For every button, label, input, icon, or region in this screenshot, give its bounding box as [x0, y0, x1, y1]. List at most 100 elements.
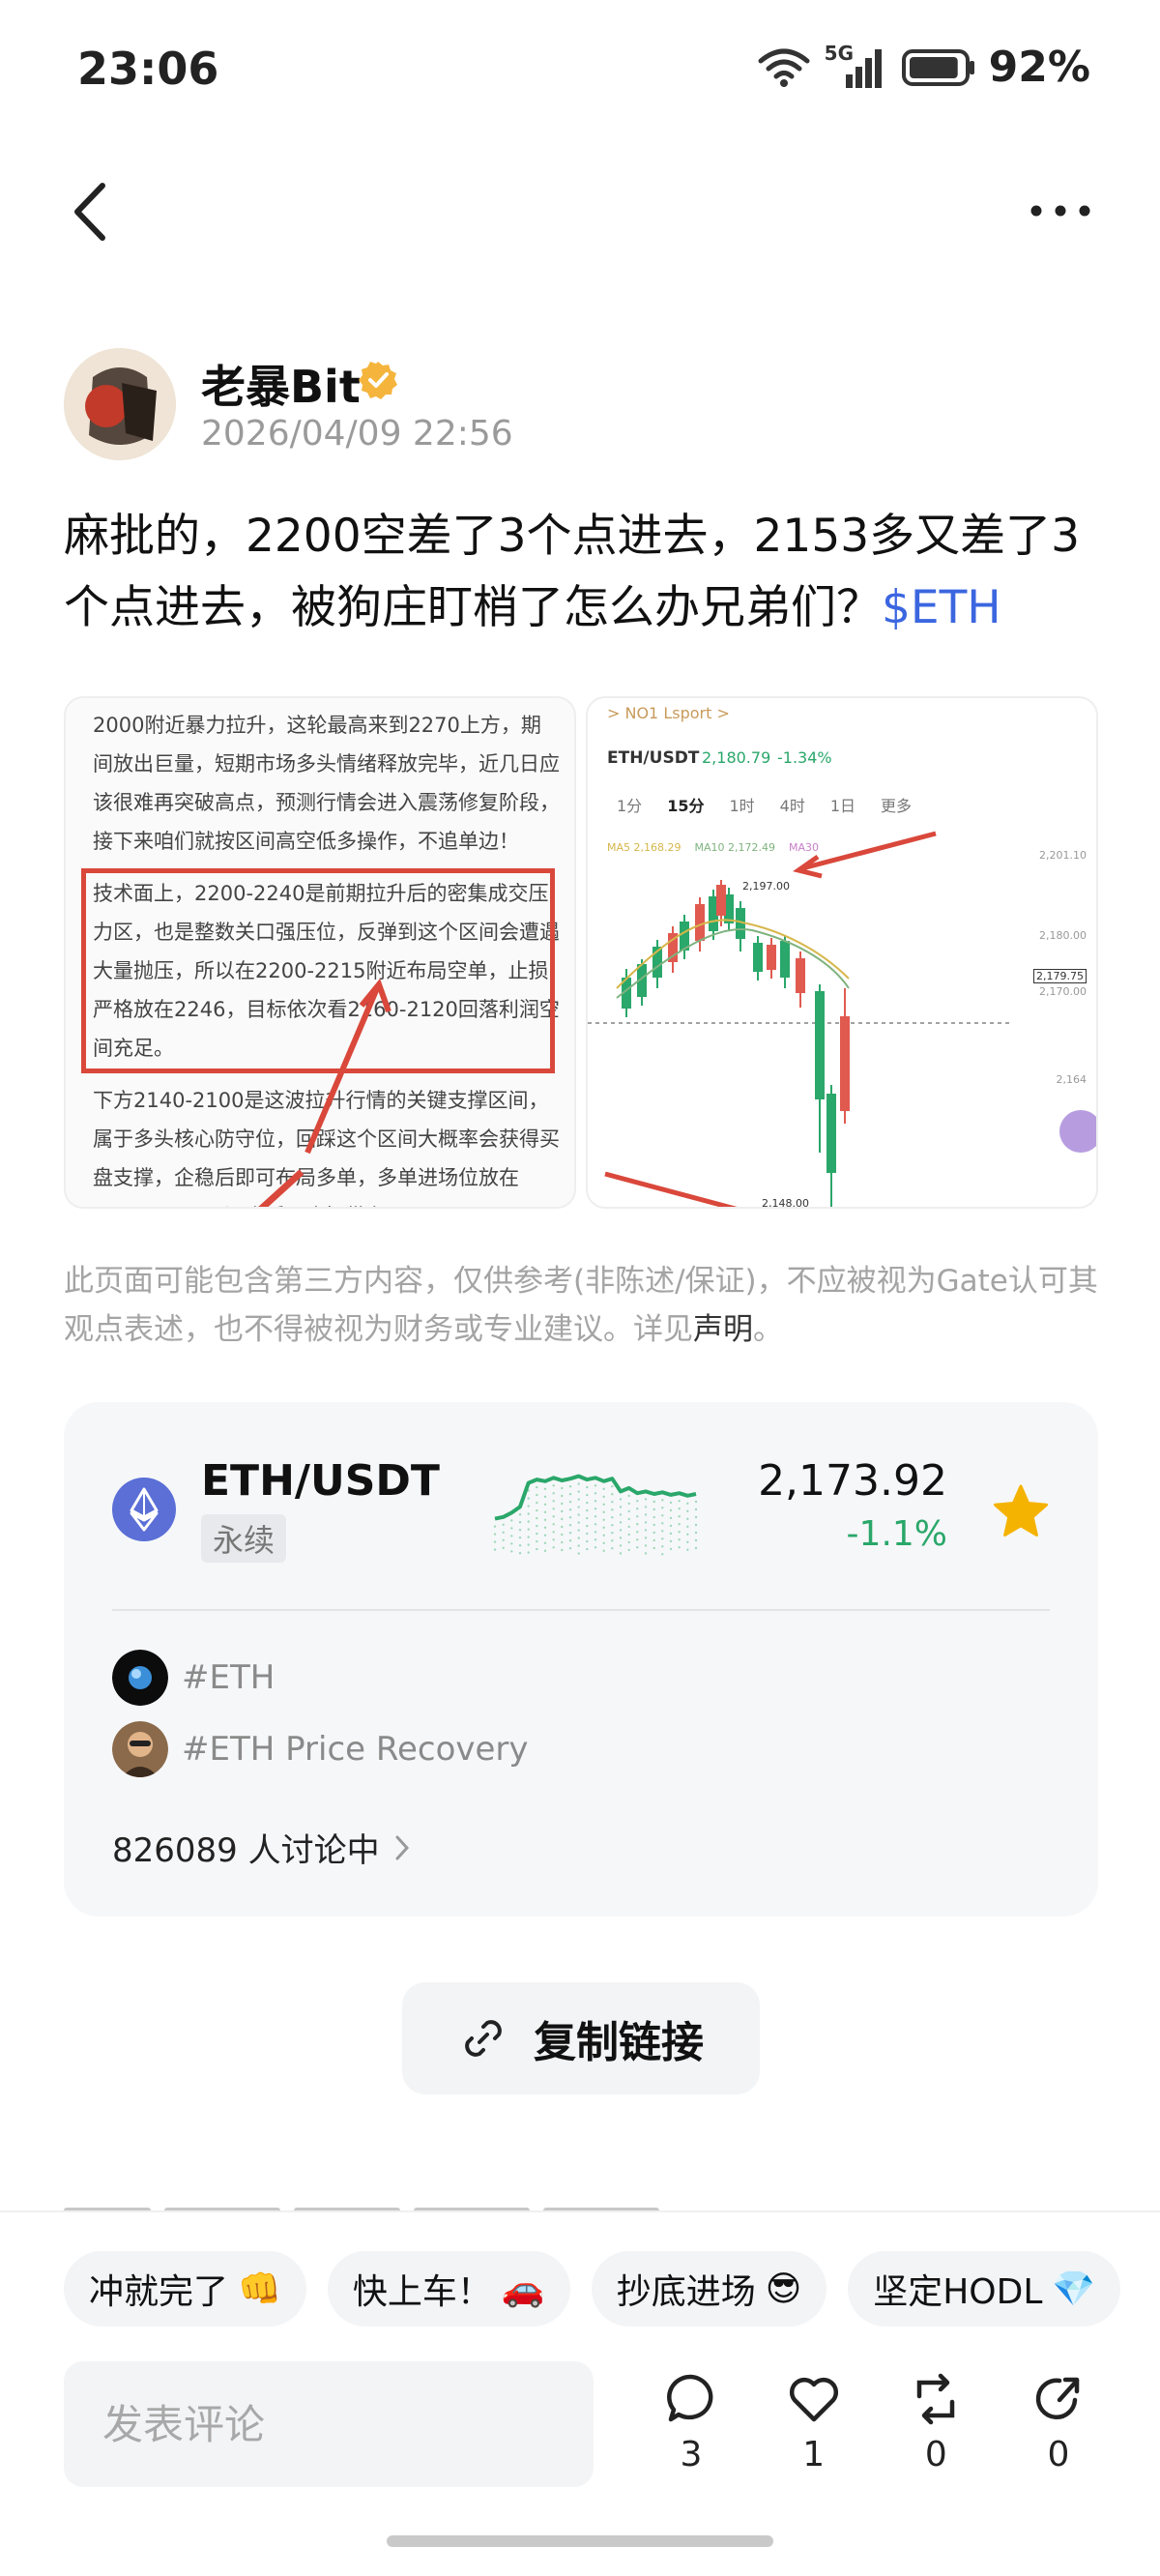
topic-tag-eth[interactable]: #ETH	[112, 1650, 275, 1706]
comment-count: 3	[680, 2435, 703, 2474]
sparkline-fill-dot	[561, 1494, 564, 1498]
sparkline-fill-dot	[652, 1515, 655, 1519]
sparkline-fill-dot	[543, 1518, 547, 1521]
favorite-star-icon[interactable]	[992, 1483, 1050, 1539]
status-bar: 23:06 5G 92%	[0, 0, 1160, 145]
sparkline-fill-dot	[586, 1547, 589, 1551]
sparkline-fill-dot	[678, 1538, 681, 1541]
sparkline-fill-dot	[594, 1492, 597, 1495]
sparkline-fill-dot	[493, 1548, 497, 1551]
discussion-count[interactable]: 826089 人讨论中	[112, 1824, 415, 1871]
sparkline-fill-dot	[552, 1538, 555, 1541]
sparkline-fill-dot	[678, 1531, 681, 1534]
sparkline-fill-dot	[619, 1498, 623, 1501]
comment-input[interactable]	[64, 2361, 594, 2487]
topic-tag-eth-recovery[interactable]: #ETH Price Recovery	[112, 1721, 529, 1777]
sparkline-fill-dot	[536, 1501, 538, 1505]
sparkline-fill-dot	[602, 1503, 605, 1506]
sparkline-fill-dot	[568, 1516, 572, 1519]
car-emoji-icon: 🚗	[501, 2269, 545, 2309]
sparkline-fill-dot	[669, 1532, 673, 1536]
quick-reply-chip[interactable]: 坚定HODL 💎	[848, 2251, 1121, 2327]
sparkline-fill-dot	[652, 1531, 655, 1535]
sparkline-fill-dot	[611, 1532, 614, 1535]
sparkline-fill-dot	[552, 1500, 555, 1503]
sparkline-fill-dot	[669, 1508, 673, 1512]
ticker-pair: ETH/USDT	[201, 1456, 440, 1506]
sparkline-fill-dot	[552, 1508, 555, 1510]
sparkline-fill-dot	[619, 1552, 623, 1555]
sparkline-fill-dot	[602, 1487, 605, 1490]
disclaimer: 此页面可能包含第三方内容，仅供参考(非陈述/保证)，不应被视为Gate认可其观点…	[64, 1257, 1108, 1354]
sparkline-fill-dot	[619, 1529, 623, 1532]
sparkline-fill-dot	[594, 1523, 597, 1526]
repost-count: 0	[924, 2435, 947, 2474]
sparkline-fill-dot	[510, 1527, 513, 1530]
sparkline-fill-dot	[678, 1515, 681, 1518]
sparkline-fill-dot	[518, 1513, 522, 1516]
sparkline-fill-dot	[602, 1518, 605, 1521]
quick-reply-chip[interactable]: 冲就完了 👊	[64, 2251, 306, 2327]
sparkline-fill-dot	[594, 1546, 597, 1549]
quick-reply-chip[interactable]: 快上车！ 🚗	[327, 2251, 570, 2327]
share-icon	[1035, 2377, 1080, 2420]
sparkline-fill-dot	[543, 1526, 547, 1529]
topic-tag-label: #ETH Price Recovery	[182, 1730, 529, 1769]
author-avatar[interactable]	[64, 348, 176, 460]
chip-label: 冲就完了	[89, 2272, 229, 2312]
sparkline-fill-dot	[536, 1516, 538, 1520]
sparkline-fill-dot	[619, 1513, 623, 1516]
sparkline-fill-dot	[536, 1532, 538, 1536]
share-button[interactable]: 0	[1005, 2371, 1112, 2474]
price-sparkline	[493, 1474, 698, 1556]
post-image-right[interactable]: > NO1 Lsport > ETH/USDT 2,180.79 -1.34% …	[586, 696, 1098, 1209]
sparkline-fill-dot	[602, 1495, 605, 1498]
sparkline-fill-dot	[602, 1549, 605, 1552]
link-icon	[465, 2020, 502, 2057]
sparkline-fill-dot	[568, 1524, 572, 1527]
chevron-left-icon	[74, 183, 105, 241]
sparkline-fill-dot	[694, 1508, 698, 1511]
ticker-price: 2,173.92	[758, 1456, 947, 1506]
sparkline-fill-dot	[644, 1529, 648, 1532]
comment-button[interactable]: 3	[638, 2371, 744, 2474]
sparkline-fill-dot	[586, 1539, 589, 1543]
eth-link[interactable]: $ETH	[882, 581, 1001, 634]
red-arrow-icon	[258, 978, 392, 1207]
author-name[interactable]: 老暴Bit	[201, 352, 361, 416]
sparkline-fill-dot	[493, 1533, 497, 1536]
sparkline-fill-dot	[611, 1516, 614, 1519]
sparkline-fill-dot	[502, 1538, 505, 1541]
sparkline-fill-dot	[527, 1505, 530, 1508]
sparkline-fill-dot	[577, 1529, 580, 1532]
sparkline-fill-dot	[552, 1515, 555, 1518]
sparkline-fill-dot	[527, 1543, 530, 1546]
sparkline-fill-dot	[552, 1484, 555, 1487]
discussion-label: 826089 人讨论中	[112, 1831, 380, 1870]
repost-icon	[917, 2373, 955, 2425]
ticker-card[interactable]: ETH/USDT 永续 2,173.92 -1.1% #ETH #ETH Pri…	[64, 1402, 1098, 1917]
battery-percent: 92%	[988, 43, 1090, 92]
copy-link-button[interactable]: 复制链接	[402, 1982, 760, 2094]
sparkline-fill-dot	[652, 1538, 655, 1542]
sparkline-fill-dot	[627, 1540, 630, 1544]
sparkline-fill-dot	[669, 1539, 673, 1543]
sparkline-fill-dot	[577, 1552, 580, 1555]
sparkline-fill-dot	[561, 1533, 564, 1537]
sparkline-fill-dot	[568, 1493, 572, 1496]
post-text: 麻批的，2200空差了3个点进去，2153多又差了3个点进去，被狗庄盯梢了怎么办…	[64, 501, 1108, 644]
quick-reply-chip[interactable]: 抄底进场 😎	[591, 2251, 827, 2327]
sparkline-fill-dot	[568, 1532, 572, 1535]
chart-shot-candles	[588, 831, 1096, 1207]
post-image-left[interactable]: 2000附近暴力拉升，这轮最高来到2270上方，期间放出巨量，短期市场多头情绪释…	[64, 696, 576, 1209]
sparkline-fill-dot	[510, 1542, 513, 1545]
sparkline-fill-dot	[586, 1508, 589, 1512]
sparkline-fill-dot	[636, 1515, 639, 1518]
sparkline-fill-dot	[527, 1551, 530, 1554]
back-button[interactable]	[62, 178, 120, 246]
more-button[interactable]	[1027, 193, 1094, 228]
repost-button[interactable]: 0	[883, 2371, 989, 2474]
disclaimer-link[interactable]: 声明	[693, 1312, 753, 1347]
sparkline-fill-dot	[627, 1548, 630, 1552]
like-button[interactable]: 1	[761, 2371, 867, 2474]
